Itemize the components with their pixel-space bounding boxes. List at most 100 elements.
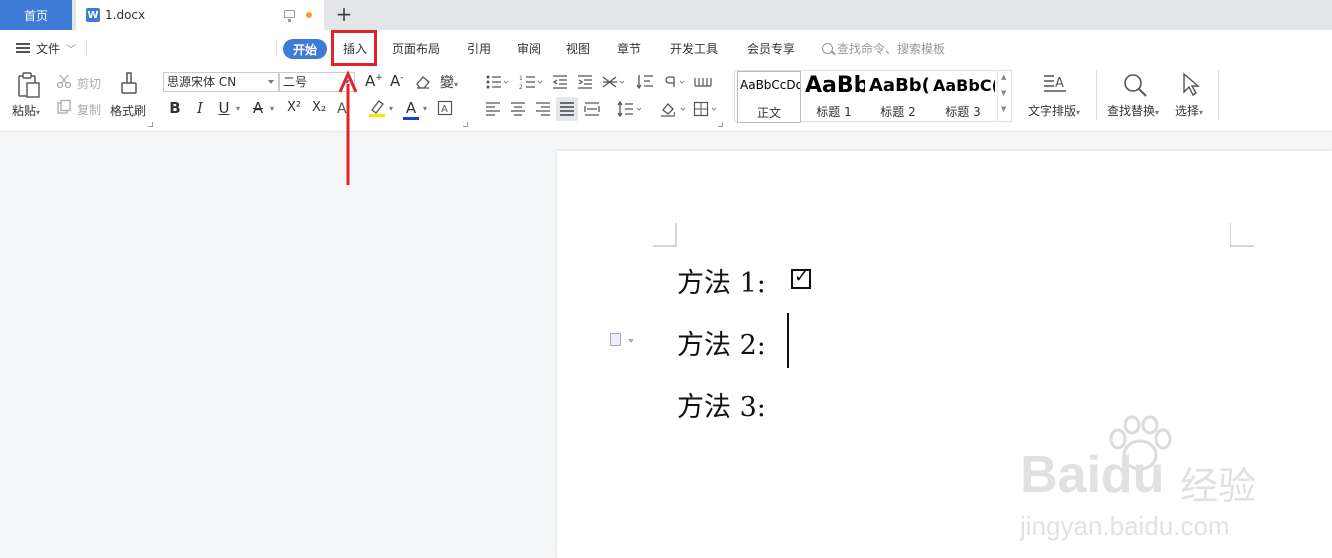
strikethrough-button[interactable]: A [249,98,267,118]
search-icon [822,42,833,54]
cursor-select-icon[interactable] [1180,72,1200,96]
tab-home[interactable]: 首页 [0,0,72,30]
style-heading-1[interactable]: AaBb 标题 1 [803,71,865,123]
tab-document[interactable]: W 1.docx [76,0,324,30]
line-spacing-icon[interactable] [617,101,643,117]
find-replace-button[interactable]: 查找替换▾ [1107,102,1159,119]
paste-button[interactable]: 粘贴▾ [12,102,40,119]
shading-icon[interactable] [660,101,688,117]
font-size-value: 二号 [283,75,308,89]
expand-icon[interactable]: ▼ [1001,105,1006,113]
insert-highlight-box [331,30,377,66]
paste-icon[interactable] [17,72,41,98]
bold-button[interactable]: B [166,98,184,118]
align-center-icon[interactable] [510,101,526,117]
tab-references[interactable]: 引用 [467,30,491,66]
find-replace-icon[interactable] [1122,72,1148,98]
scissors-icon[interactable] [56,73,72,89]
dialog-launcher-icon[interactable] [718,122,723,127]
chevron-up-icon[interactable]: ▲ [1001,73,1006,81]
svg-text:A: A [1055,76,1064,91]
monitor-icon[interactable] [284,10,295,22]
menu-bar: 文件 ﹀ 开始 插入 页面布局 引用 审阅 视图 章节 开发工具 会员专享 查找… [0,30,1332,86]
checkbox-icon[interactable]: ✓ [791,267,811,289]
copy-icon[interactable] [56,99,72,115]
style-normal[interactable]: AaBbCcDd 正文 [737,71,801,123]
divider [1218,70,1219,120]
divider [276,40,277,56]
style-heading-3[interactable]: AaBbC( 标题 3 [931,71,995,123]
numbered-list-icon[interactable]: 12 [519,74,543,90]
chevron-down-icon[interactable]: ▼ [1001,89,1006,97]
text-layout-button[interactable]: 文字排版▾ [1028,102,1080,119]
menu-icon[interactable] [16,43,30,53]
svg-text:A: A [441,104,448,115]
chevron-down-icon[interactable]: ▾ [423,104,427,113]
underline-button[interactable]: U [215,98,233,118]
sort-icon[interactable] [636,74,654,90]
tab-document-name: 1.docx [105,8,146,22]
styles-scroll[interactable]: ▲ ▼ ▼ [997,71,1011,121]
align-right-icon[interactable] [535,101,551,117]
tab-stops-icon[interactable] [694,74,712,90]
format-painter-icon[interactable] [118,71,140,97]
text-cursor [787,313,789,368]
chevron-down-icon[interactable]: ▾ [236,104,240,113]
borders-icon[interactable] [693,101,721,117]
tab-start[interactable]: 开始 [283,39,327,59]
style-heading-2[interactable]: AaBb( 标题 2 [867,71,929,123]
chevron-down-icon[interactable]: ▾ [270,104,274,113]
command-search[interactable]: 查找命令、搜索模板 [822,30,945,66]
style-name: 正文 [756,106,781,120]
subscript-button[interactable]: X₂ [308,98,330,118]
cut-button[interactable]: 剪切 [77,75,101,92]
chinese-layout-icon[interactable] [602,74,626,90]
font-name-value: 思源宋体 CN [167,75,237,89]
format-painter-button[interactable]: 格式刷 [110,102,146,119]
chevron-down-icon[interactable]: ▾ [389,104,393,113]
baidu-watermark: Baidu 经验 jingyan.baidu.com [1020,415,1320,555]
distributed-align-icon[interactable] [584,101,600,117]
shrink-font-icon[interactable]: A- [390,72,404,90]
doc-line-3[interactable]: 方法 3: [677,385,766,424]
decrease-indent-icon[interactable] [552,74,568,90]
annotation-arrow-icon [338,70,358,185]
new-tab-button[interactable]: + [334,3,354,25]
watermark-url: jingyan.baidu.com [1020,511,1230,541]
tab-page-layout[interactable]: 页面布局 [392,30,440,66]
svg-text:1: 1 [519,75,523,82]
font-color-button[interactable]: A [403,98,419,118]
italic-button[interactable]: I [191,98,209,118]
copy-button[interactable]: 复制 [77,101,101,118]
superscript-button[interactable]: X² [283,98,305,118]
select-button[interactable]: 选择▾ [1175,102,1203,119]
grow-font-icon[interactable]: A+ [365,72,383,90]
paragraph-handle-icon[interactable] [610,333,621,346]
tab-section[interactable]: 章节 [617,30,641,66]
align-left-icon[interactable] [485,101,501,117]
bullet-list-icon[interactable] [485,74,509,90]
writer-icon: W [86,8,100,22]
dialog-launcher-icon[interactable] [463,122,468,127]
phonetic-guide-icon[interactable]: 變▾ [440,72,458,92]
align-justify-icon[interactable] [559,101,575,117]
tab-view[interactable]: 视图 [566,30,590,66]
font-color-label: A [405,99,417,117]
style-name: 标题 2 [880,105,916,119]
text-layout-icon[interactable]: A [1042,72,1068,96]
tab-developer[interactable]: 开发工具 [670,30,718,66]
menu-file[interactable]: 文件 ﹀ [36,30,76,66]
font-name-select[interactable]: 思源宋体 CN [163,72,279,92]
style-preview: AaBbC( [933,76,995,95]
character-border-icon[interactable]: A [437,100,453,116]
dialog-launcher-icon[interactable] [148,122,153,127]
tab-review[interactable]: 审阅 [517,30,541,66]
doc-line-1[interactable]: 方法 1: [677,261,766,300]
highlighter-icon[interactable] [368,98,386,118]
eraser-icon[interactable] [415,74,431,90]
chevron-down-icon[interactable] [628,339,634,343]
increase-indent-icon[interactable] [577,74,593,90]
show-hide-marks-icon[interactable] [662,74,686,90]
doc-line-2[interactable]: 方法 2: [677,323,766,362]
tab-member[interactable]: 会员专享 [747,30,795,66]
